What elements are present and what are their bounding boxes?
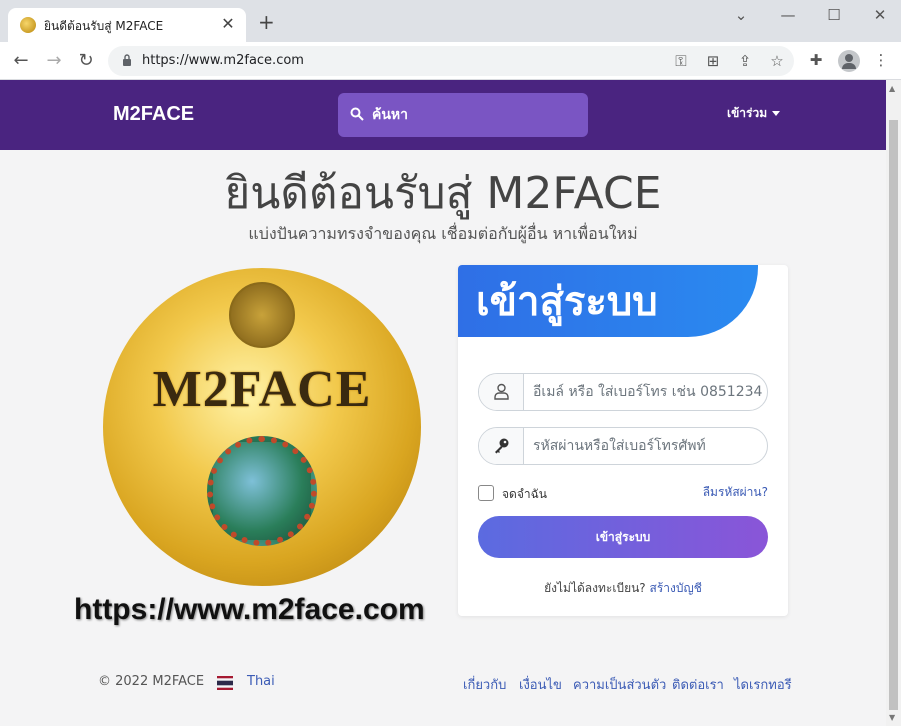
m2face-logo-image: M2FACE [103, 268, 421, 586]
login-button[interactable]: เข้าสู่ระบบ [478, 516, 768, 558]
url-text: https://www.m2face.com [142, 53, 304, 68]
key-icon [495, 438, 509, 454]
create-account-link[interactable]: สร้างบัญชี [650, 581, 702, 595]
join-label: เข้าร่วม [727, 106, 768, 120]
new-tab-button[interactable]: + [258, 12, 275, 32]
footer-link-privacy[interactable]: ความเป็นส่วนตัว [573, 674, 666, 695]
email-input[interactable] [533, 380, 763, 404]
search-box[interactable] [338, 93, 588, 137]
translate-icon[interactable]: ⊞ [704, 52, 722, 70]
footer-link-directory[interactable]: ไดเรกทอรี [734, 674, 792, 695]
tab-title: ยินดีต้อนรับสู่ M2FACE [44, 19, 164, 33]
forgot-password-link[interactable]: ลืมรหัสผ่าน? [703, 483, 768, 502]
lock-icon [123, 54, 131, 66]
seal-emblem-icon [229, 282, 295, 348]
password-icon-box [479, 428, 524, 464]
menu-icon[interactable]: ⋮ [871, 51, 891, 69]
join-dropdown[interactable]: เข้าร่วม [727, 104, 781, 123]
login-card: เข้าสู่ระบบ จดจำฉัน ลืมรหั [458, 265, 788, 616]
address-bar[interactable]: https://www.m2face.com ⚿ ⊞ ⇪ ☆ [108, 46, 794, 76]
email-icon-box [479, 374, 524, 410]
window-close-icon[interactable]: ✕ [870, 6, 890, 24]
globe-icon [207, 436, 317, 546]
browser-toolbar: ← → ↻ https://www.m2face.com ⚿ ⊞ ⇪ ☆ ✚ ⋮ [0, 42, 901, 80]
site-url-caption: https://www.m2face.com [74, 593, 425, 626]
browser-tab-bar: ยินดีต้อนรับสู่ M2FACE ✕ + ⌄ — ☐ ✕ [0, 0, 901, 42]
maximize-icon[interactable]: ☐ [824, 6, 844, 24]
thai-flag-icon [217, 676, 233, 690]
remember-me-checkbox[interactable] [478, 485, 494, 501]
brand-logo[interactable]: M2FACE [113, 103, 194, 126]
scrollbar-thumb[interactable] [889, 120, 898, 710]
page-title: ยินดีต้อนรับสู่ M2FACE [224, 168, 662, 219]
star-icon[interactable]: ☆ [768, 52, 786, 70]
page-content: M2FACE เข้าร่วม ยินดีต้อนรับสู่ M2FACE แ… [0, 80, 886, 726]
password-field[interactable] [478, 427, 768, 465]
email-field[interactable] [478, 373, 768, 411]
page-scrollbar[interactable]: ▲ ▼ [886, 80, 901, 726]
extensions-icon[interactable]: ✚ [806, 51, 826, 69]
user-icon [494, 383, 509, 400]
tab-search-chevron-icon[interactable]: ⌄ [731, 6, 751, 24]
signup-row: ยังไม่ได้ลงทะเบียน? สร้างบัญชี [458, 579, 788, 598]
language-link[interactable]: Thai [247, 674, 275, 689]
search-input[interactable] [372, 103, 572, 127]
copyright-text: © 2022 M2FACE [98, 674, 205, 689]
caret-down-icon [772, 111, 781, 116]
remember-me-label: จดจำฉัน [502, 487, 547, 501]
search-icon [350, 107, 364, 121]
profile-icon[interactable] [838, 50, 860, 72]
footer-link-terms[interactable]: เงื่อนไข [519, 674, 562, 695]
forward-arrow-icon[interactable]: → [43, 50, 65, 72]
site-navbar: M2FACE เข้าร่วม [0, 80, 886, 150]
minimize-icon[interactable]: — [778, 6, 798, 24]
browser-tab[interactable]: ยินดีต้อนรับสู่ M2FACE ✕ [8, 8, 246, 42]
tab-close-icon[interactable]: ✕ [218, 14, 238, 33]
logo-text: M2FACE [152, 361, 372, 418]
key-icon[interactable]: ⚿ [672, 52, 690, 70]
login-card-header: เข้าสู่ระบบ [458, 265, 758, 337]
footer-link-contact[interactable]: ติดต่อเรา [672, 674, 724, 695]
password-input[interactable] [533, 434, 763, 458]
scroll-up-arrow-icon[interactable]: ▲ [889, 84, 895, 93]
site-favicon-icon [20, 17, 36, 33]
page-subtitle: แบ่งปันความทรงจำของคุณ เชื่อมต่อกับผู้อื… [248, 224, 638, 243]
login-heading: เข้าสู่ระบบ [476, 279, 658, 325]
signup-prompt: ยังไม่ได้ลงทะเบียน? [544, 581, 646, 595]
back-arrow-icon[interactable]: ← [10, 50, 32, 72]
footer-link-about[interactable]: เกี่ยวกับ [463, 674, 506, 695]
reload-icon[interactable]: ↻ [75, 50, 97, 72]
scroll-down-arrow-icon[interactable]: ▼ [889, 713, 895, 722]
share-icon[interactable]: ⇪ [736, 52, 754, 70]
